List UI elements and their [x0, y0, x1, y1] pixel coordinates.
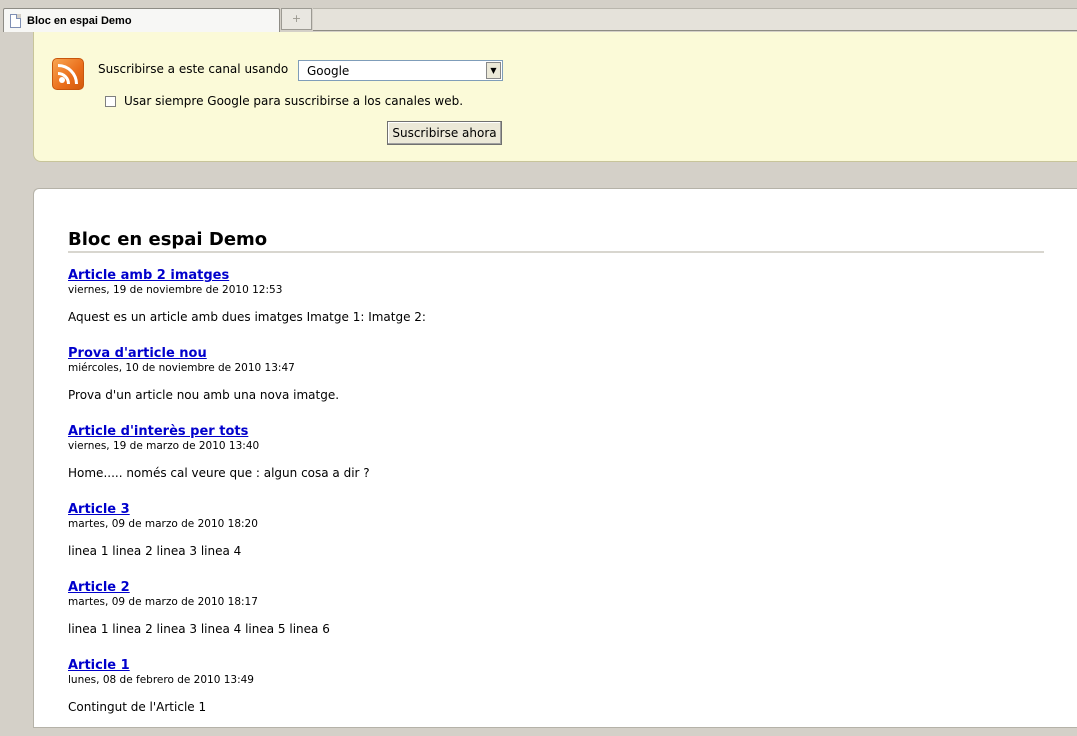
entry-title-link[interactable]: Prova d'article nou [68, 346, 1038, 362]
subscribe-label: Suscribirse a este canal usando [98, 62, 289, 76]
entry-title-link[interactable]: Article amb 2 imatges [68, 268, 1038, 284]
feed-title: Bloc en espai Demo [68, 229, 268, 250]
page-icon [10, 13, 21, 28]
entry-date: lunes, 08 de febrero de 2010 13:49 [68, 674, 254, 686]
entry-body: Prova d'un article nou amb una nova imat… [68, 388, 340, 402]
entry-body: Contingut de l'Article 1 [68, 700, 207, 714]
entry-date: miércoles, 10 de noviembre de 2010 13:47 [68, 362, 295, 374]
always-use-label[interactable]: Usar siempre Google para suscribirse a l… [124, 94, 463, 108]
tab-strip: Bloc en espai Demo + [0, 0, 1077, 32]
entry-body: linea 1 linea 2 linea 3 linea 4 [68, 544, 242, 558]
new-tab-button[interactable]: + [281, 8, 312, 30]
entry-item: Article amb 2 imatges viernes, 19 de nov… [68, 268, 1038, 346]
entry-body: linea 1 linea 2 linea 3 linea 4 linea 5 … [68, 622, 330, 636]
tab-strip-empty-area [313, 8, 1077, 30]
entry-body: Home..... només cal veure que : algun co… [68, 466, 370, 480]
entry-date: viernes, 19 de noviembre de 2010 12:53 [68, 284, 283, 296]
title-divider [68, 251, 1044, 253]
entry-item: Article 3 martes, 09 de marzo de 2010 18… [68, 502, 1038, 580]
tab-divider [313, 30, 1077, 31]
entry-list: Article amb 2 imatges viernes, 19 de nov… [68, 268, 1038, 736]
entry-body: Aquest es un article amb dues imatges Im… [68, 310, 426, 324]
entry-item: Article d'interès per tots viernes, 19 d… [68, 424, 1038, 502]
chevron-down-icon[interactable]: ▼ [486, 62, 501, 79]
entry-date: martes, 09 de marzo de 2010 18:20 [68, 518, 258, 530]
feed-content: Bloc en espai Demo Article amb 2 imatges… [33, 188, 1077, 728]
tab-title: Bloc en espai Demo [27, 14, 132, 27]
entry-title-link[interactable]: Article 2 [68, 580, 1038, 596]
subscribe-now-button[interactable]: Suscribirse ahora [387, 121, 502, 145]
entry-date: viernes, 19 de marzo de 2010 13:40 [68, 440, 260, 452]
entry-title-link[interactable]: Article 3 [68, 502, 1038, 518]
always-use-row: Usar siempre Google para suscribirse a l… [105, 94, 463, 108]
rss-icon [52, 58, 84, 90]
plus-icon: + [291, 12, 302, 25]
feed-subscribe-box: Suscribirse a este canal usando Google ▼… [33, 32, 1077, 162]
entry-item: Prova d'article nou miércoles, 10 de nov… [68, 346, 1038, 424]
entry-date: martes, 09 de marzo de 2010 18:17 [68, 596, 258, 608]
entry-item: Article 1 lunes, 08 de febrero de 2010 1… [68, 658, 1038, 736]
feed-reader-select[interactable]: Google ▼ [298, 60, 503, 81]
feed-reader-selected: Google [307, 64, 350, 78]
always-use-checkbox[interactable] [105, 95, 116, 107]
entry-item: Article 2 martes, 09 de marzo de 2010 18… [68, 580, 1038, 658]
entry-title-link[interactable]: Article d'interès per tots [68, 424, 1038, 440]
tab-bloc-en-espai-demo[interactable]: Bloc en espai Demo [3, 8, 280, 32]
entry-title-link[interactable]: Article 1 [68, 658, 1038, 674]
